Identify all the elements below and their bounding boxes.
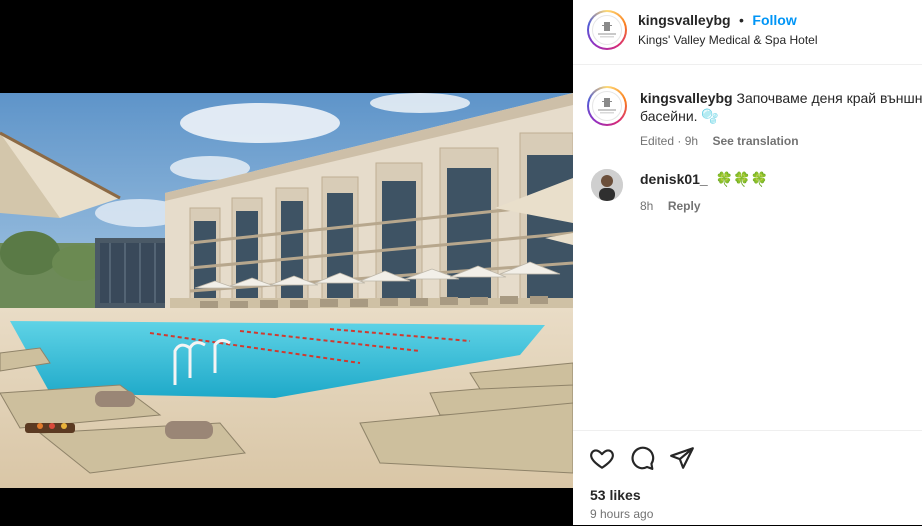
separator-dot: • [739,12,744,28]
post-actions: 53 likes 9 hours ago [573,430,922,526]
post-photo[interactable] [0,93,573,488]
brand-logo-icon [592,15,622,45]
bubbles-emoji-icon: 🫧 [701,108,719,124]
hotel-pool-image [0,93,573,488]
post-media [0,0,573,525]
reply-button[interactable]: Reply [668,199,701,213]
share-icon[interactable] [669,445,695,471]
comment-icon[interactable] [629,445,655,471]
comment-avatar[interactable] [591,169,623,201]
post-dialog: kingsvalleybg • Follow Kings' Valley Med… [0,0,922,525]
heart-icon[interactable] [589,445,615,471]
caption-avatar[interactable] [587,86,627,126]
comment-text: 🍀🍀🍀 [715,171,768,187]
brand-logo-icon [592,91,622,121]
follow-button[interactable]: Follow [752,12,796,28]
see-translation-link[interactable]: See translation [713,134,799,148]
caption-edited-time: Edited · 9h [640,134,699,148]
post-side-panel: kingsvalleybg • Follow Kings' Valley Med… [573,0,922,525]
caption-username[interactable]: kingsvalleybg [640,90,733,106]
likes-count[interactable]: 53 likes [590,487,641,503]
comment-username[interactable]: denisk01_ [640,171,708,187]
post-location[interactable]: Kings' Valley Medical & Spa Hotel [638,33,818,47]
comment-time: 8h [640,199,654,213]
caption-text-line2: басейни. [640,108,698,124]
caption-text-line1: Започваме деня край външни [736,90,922,106]
post-header: kingsvalleybg • Follow Kings' Valley Med… [573,0,922,65]
post-time-ago[interactable]: 9 hours ago [590,507,653,521]
avatar[interactable] [587,10,627,50]
post-author-username[interactable]: kingsvalleybg [638,12,731,28]
